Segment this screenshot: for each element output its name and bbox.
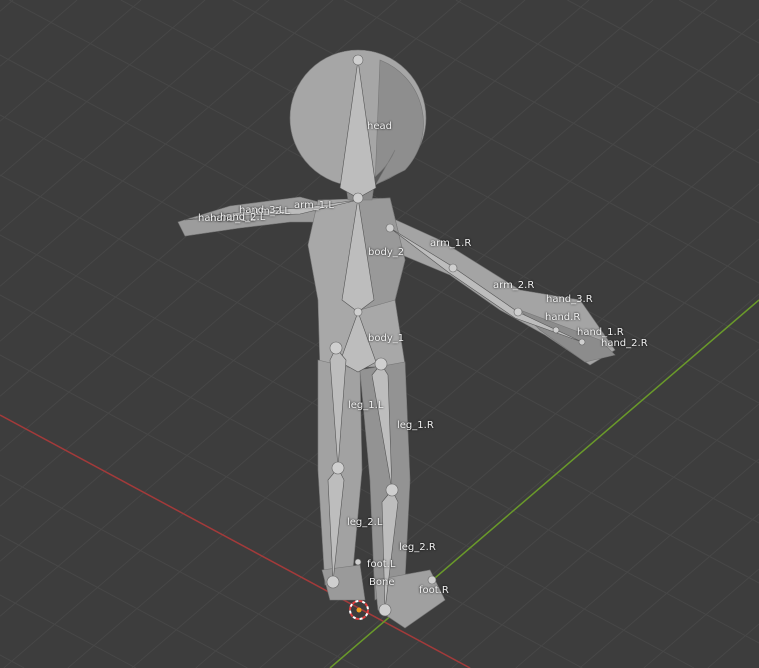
bone-label-hand_2_L: hand_2.L <box>220 212 266 223</box>
grid-line <box>0 654 25 668</box>
grid-line <box>0 594 137 668</box>
bone-joint[interactable] <box>352 192 364 204</box>
grid-line <box>643 568 759 668</box>
bone-label-leg_1_R: leg_1.R <box>397 420 434 431</box>
bone-label-arm_2_R: arm_2.R <box>493 280 535 291</box>
bone-joint[interactable] <box>385 223 395 233</box>
grid-line <box>0 0 526 452</box>
bone-joint[interactable] <box>385 483 399 497</box>
bone-joint[interactable] <box>352 54 364 66</box>
bone-label-hand_3_R: hand_3.R <box>546 294 593 305</box>
bone-joint[interactable] <box>353 307 363 317</box>
bone-label-Bone: Bone <box>369 577 395 588</box>
bone-label-leg_2_L: leg_2.L <box>347 517 383 528</box>
bone-joint[interactable] <box>354 558 362 566</box>
grid-line <box>0 474 360 668</box>
bone-joint[interactable] <box>329 341 343 355</box>
3d-viewport[interactable]: head body_2 body_1 arm_1.L arm_2.L hand_… <box>0 0 759 668</box>
bone-label-body_1: body_1 <box>368 333 405 344</box>
bone-label-body_2: body_2 <box>368 247 405 258</box>
bone-label-foot_L: foot.L <box>367 559 396 570</box>
grid-line <box>0 0 334 287</box>
bone-joint[interactable] <box>378 603 392 617</box>
grid-line <box>567 0 759 104</box>
3d-cursor[interactable] <box>349 600 369 620</box>
grid-line <box>455 0 759 164</box>
grid-line <box>0 0 590 507</box>
grid-line <box>0 0 14 12</box>
grid-line <box>678 0 759 44</box>
grid-line <box>195 183 759 668</box>
bone-joint[interactable] <box>448 263 458 273</box>
bone-joint[interactable] <box>374 357 388 371</box>
bone-joint[interactable] <box>331 461 345 475</box>
bone-label-arm_1_R: arm_1.R <box>430 238 472 249</box>
grid-line <box>0 0 142 122</box>
grid-line <box>0 0 78 67</box>
grid-line <box>0 534 248 668</box>
bone-joint[interactable] <box>552 326 560 334</box>
grid-line <box>451 403 759 668</box>
bone-label-hand_R: hand.R <box>545 312 581 323</box>
bone-joint[interactable] <box>578 338 586 346</box>
grid-line <box>707 623 759 668</box>
bone-label-foot_R: foot.R <box>419 585 449 596</box>
grid-line <box>387 348 759 668</box>
bone-label-leg_2_R: leg_2.R <box>399 542 436 553</box>
bone-joint[interactable] <box>513 307 523 317</box>
cursor-center-dot <box>356 607 362 613</box>
bone-label-arm_1_L: arm_1.L <box>294 200 334 211</box>
bone-joint[interactable] <box>427 575 437 585</box>
bone-label-hand_2_R: hand_2.R <box>601 338 648 349</box>
bone-label-head: head <box>367 121 392 132</box>
grid-line <box>0 354 583 668</box>
bone-joint[interactable] <box>326 575 340 589</box>
bone-label-hand_1_R: hand_1.R <box>577 327 624 338</box>
grid-line <box>579 513 759 668</box>
bone-label-leg_1_L: leg_1.L <box>348 400 384 411</box>
